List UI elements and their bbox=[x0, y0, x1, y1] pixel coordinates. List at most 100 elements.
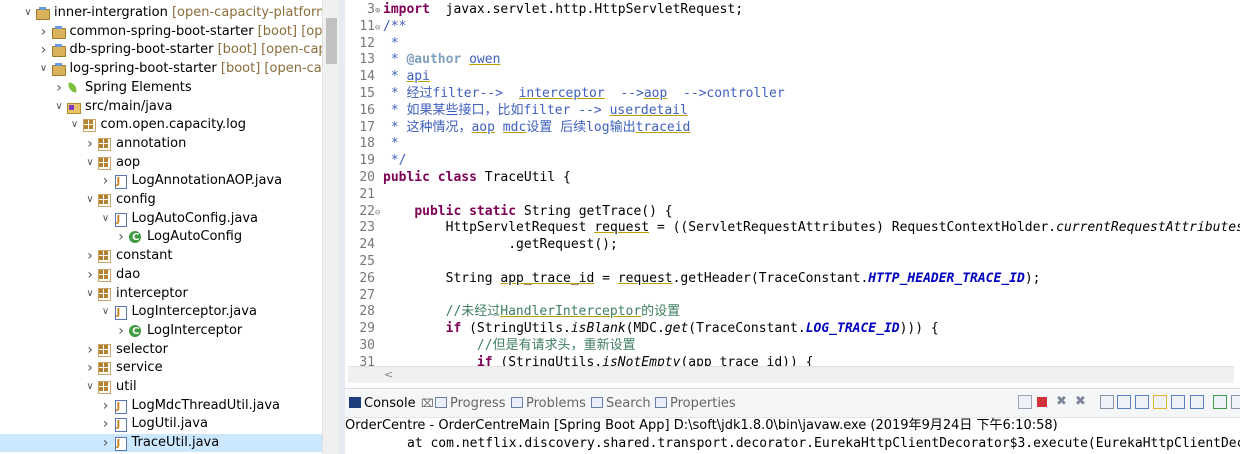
code-line[interactable]: 28 //未经过HandlerInterceptor的设置 bbox=[345, 303, 680, 320]
code-line[interactable]: 26 String app_trace_id = request.getHead… bbox=[345, 270, 1040, 287]
chevron-right-icon[interactable]: › bbox=[84, 359, 96, 377]
display-selected-icon[interactable] bbox=[1190, 395, 1204, 409]
code-token: * 经过filter--> bbox=[383, 86, 519, 101]
tree-item[interactable]: ∨ util bbox=[0, 378, 322, 396]
chevron-down-icon[interactable]: ∨ bbox=[22, 4, 34, 22]
close-tab-icon[interactable]: ⌧ bbox=[418, 397, 434, 410]
maximize-icon[interactable] bbox=[1231, 395, 1240, 409]
chevron-right-icon[interactable]: › bbox=[100, 415, 112, 433]
package-icon bbox=[97, 287, 112, 301]
tree-item[interactable]: ∨ com.open.capacity.log bbox=[0, 116, 322, 134]
chevron-right-icon[interactable]: › bbox=[38, 41, 50, 59]
remove-launch-icon[interactable]: ✖ bbox=[1056, 395, 1070, 409]
word-wrap-icon[interactable] bbox=[1135, 395, 1149, 409]
chevron-down-icon[interactable]: ∨ bbox=[53, 98, 65, 116]
chevron-down-icon[interactable]: ∨ bbox=[100, 210, 112, 228]
code-line[interactable]: 15 * 经过filter--> interceptor -->aop -->c… bbox=[345, 85, 784, 102]
chevron-down-icon[interactable]: ∨ bbox=[84, 378, 96, 396]
debug-icon[interactable] bbox=[1018, 395, 1032, 409]
tab-properties[interactable]: Properties bbox=[655, 395, 736, 413]
chevron-right-icon[interactable]: › bbox=[100, 172, 112, 190]
console-output-line[interactable]: at com.netflix.discovery.shared.transpor… bbox=[407, 435, 1240, 453]
chevron-right-icon[interactable]: › bbox=[115, 322, 127, 340]
chevron-down-icon[interactable]: ∨ bbox=[69, 116, 81, 134]
code-line[interactable]: 19 */ bbox=[345, 152, 406, 169]
code-line[interactable]: 20 public class TraceUtil { bbox=[345, 169, 571, 186]
tab-problems[interactable]: Problems bbox=[511, 395, 586, 413]
code-line[interactable]: 17 * 这种情况，aop mdc设置 后续log输出traceid bbox=[345, 119, 690, 136]
tree-item[interactable]: › LogAnnotationAOP.java bbox=[0, 172, 322, 191]
chevron-down-icon[interactable]: ∨ bbox=[84, 191, 96, 209]
chevron-down-icon[interactable]: ∨ bbox=[84, 285, 96, 303]
code-editor[interactable]: 3⊕ import javax.servlet.http.HttpServletR… bbox=[345, 0, 1240, 383]
minimize-icon[interactable] bbox=[1213, 395, 1227, 409]
tree-item[interactable]: › Spring Elements bbox=[0, 79, 322, 97]
chevron-down-icon[interactable]: ∨ bbox=[84, 154, 96, 172]
tree-item[interactable]: ∨ config bbox=[0, 191, 322, 209]
tree-item[interactable]: › dao bbox=[0, 266, 322, 284]
tree-item[interactable]: ∨ src/main/java bbox=[0, 98, 322, 116]
tree-item-label: TraceUtil.java bbox=[131, 435, 220, 451]
code-line[interactable]: 30 //但是有请求头，重新设置 bbox=[345, 337, 635, 354]
tree-item[interactable]: ∨ LogAutoConfig.java bbox=[0, 210, 322, 229]
tree-scrollbar[interactable] bbox=[322, 0, 340, 454]
tree-item[interactable]: ∨ log-spring-boot-starter [boot] [open-ca… bbox=[0, 60, 322, 78]
code-line[interactable]: 29 if (StringUtils.isBlank(MDC.get(Trace… bbox=[345, 320, 938, 337]
open-console-icon[interactable] bbox=[1171, 395, 1185, 409]
code-token: api bbox=[406, 69, 430, 85]
code-line[interactable]: 22⊖ public static String getTrace() { bbox=[345, 203, 672, 220]
code-line[interactable]: 27 bbox=[345, 287, 383, 304]
code-line[interactable]: 13 * @author owen bbox=[345, 51, 500, 68]
terminate-icon[interactable] bbox=[1037, 397, 1047, 407]
tree-item[interactable]: › constant bbox=[0, 247, 322, 265]
tree-item[interactable]: › common-spring-boot-starter [boot] [open bbox=[0, 23, 322, 41]
scroll-left-icon[interactable]: < bbox=[384, 367, 393, 383]
tree-item[interactable]: ∨ interceptor bbox=[0, 285, 322, 303]
code-text: * 如果某些接口，比如filter --> userdetail bbox=[383, 103, 688, 118]
chevron-right-icon[interactable]: › bbox=[84, 266, 96, 284]
tree-item[interactable]: › selector bbox=[0, 341, 322, 359]
chevron-down-icon[interactable]: ∨ bbox=[38, 60, 50, 78]
chevron-right-icon[interactable]: › bbox=[84, 135, 96, 153]
code-line[interactable]: 11⊖/** bbox=[345, 18, 406, 35]
chevron-right-icon[interactable]: › bbox=[115, 228, 127, 246]
chevron-right-icon[interactable]: › bbox=[84, 341, 96, 359]
code-line[interactable]: 24 .getRequest(); bbox=[345, 236, 617, 253]
tree-item[interactable]: › LogMdcThreadUtil.java bbox=[0, 397, 322, 416]
chevron-right-icon[interactable]: › bbox=[53, 79, 65, 97]
chevron-right-icon[interactable]: › bbox=[100, 397, 112, 415]
tab-console[interactable]: Console ⌧ bbox=[349, 395, 434, 413]
scroll-lock-icon[interactable] bbox=[1117, 395, 1131, 409]
tab-progress[interactable]: Progress bbox=[435, 395, 505, 413]
code-line[interactable]: 18 * bbox=[345, 135, 398, 152]
clear-console-icon[interactable] bbox=[1100, 395, 1114, 409]
tree-item[interactable]: ∨ LogInterceptor.java bbox=[0, 303, 322, 322]
tree-item[interactable]: › LogUtil.java bbox=[0, 415, 322, 434]
code-line[interactable]: 21 bbox=[345, 186, 383, 203]
code-token: * 如果某些接口，比如filter --> bbox=[383, 102, 610, 118]
tree-item[interactable]: ∨ aop bbox=[0, 154, 322, 172]
tab-search[interactable]: Search bbox=[591, 395, 651, 413]
tree-item[interactable]: › LogAutoConfig bbox=[0, 228, 322, 247]
tree-item[interactable]: › TraceUtil.java bbox=[0, 434, 322, 453]
code-line[interactable]: 12 * bbox=[345, 35, 398, 52]
code-line[interactable]: 14 * api bbox=[345, 68, 430, 85]
pin-console-icon[interactable] bbox=[1153, 395, 1167, 409]
tree-item[interactable]: › service bbox=[0, 359, 322, 377]
code-line[interactable]: 23 HttpServletRequest request = ((Servle… bbox=[345, 219, 1240, 236]
tree-item[interactable]: › db-spring-boot-starter [boot] [open-cap… bbox=[0, 41, 322, 59]
remove-all-icon[interactable]: ✖ bbox=[1075, 395, 1089, 409]
editor-horizontal-scrollbar[interactable]: < bbox=[348, 366, 1234, 383]
tree-item[interactable]: ∨ inner-intergration [open-capacity-platf… bbox=[0, 4, 322, 22]
code-line[interactable]: 25 bbox=[345, 253, 383, 270]
tree-item[interactable]: › annotation bbox=[0, 135, 322, 153]
chevron-right-icon[interactable]: › bbox=[38, 23, 50, 41]
code-line[interactable]: 16 * 如果某些接口，比如filter --> userdetail bbox=[345, 102, 688, 119]
tree-item[interactable]: › LogInterceptor bbox=[0, 322, 322, 341]
chevron-down-icon[interactable]: ∨ bbox=[100, 303, 112, 321]
chevron-right-icon[interactable]: › bbox=[84, 247, 96, 265]
chevron-right-icon[interactable]: › bbox=[100, 434, 112, 452]
code-line[interactable]: 3⊕ import javax.servlet.http.HttpServletR… bbox=[345, 1, 743, 18]
tree-scrollbar-thumb[interactable] bbox=[326, 18, 337, 64]
